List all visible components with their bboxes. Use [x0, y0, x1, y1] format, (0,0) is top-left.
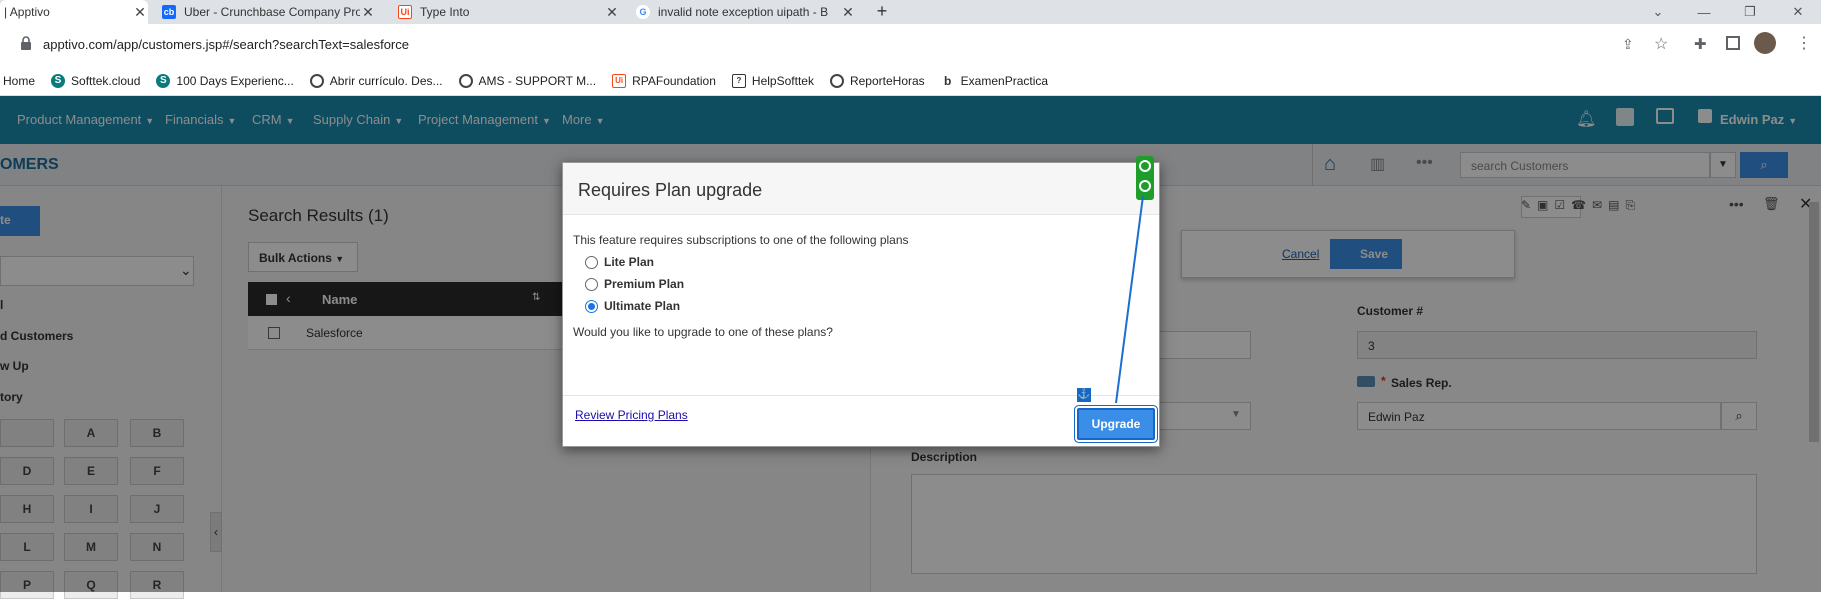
anchor-connector-line — [1115, 195, 1144, 404]
